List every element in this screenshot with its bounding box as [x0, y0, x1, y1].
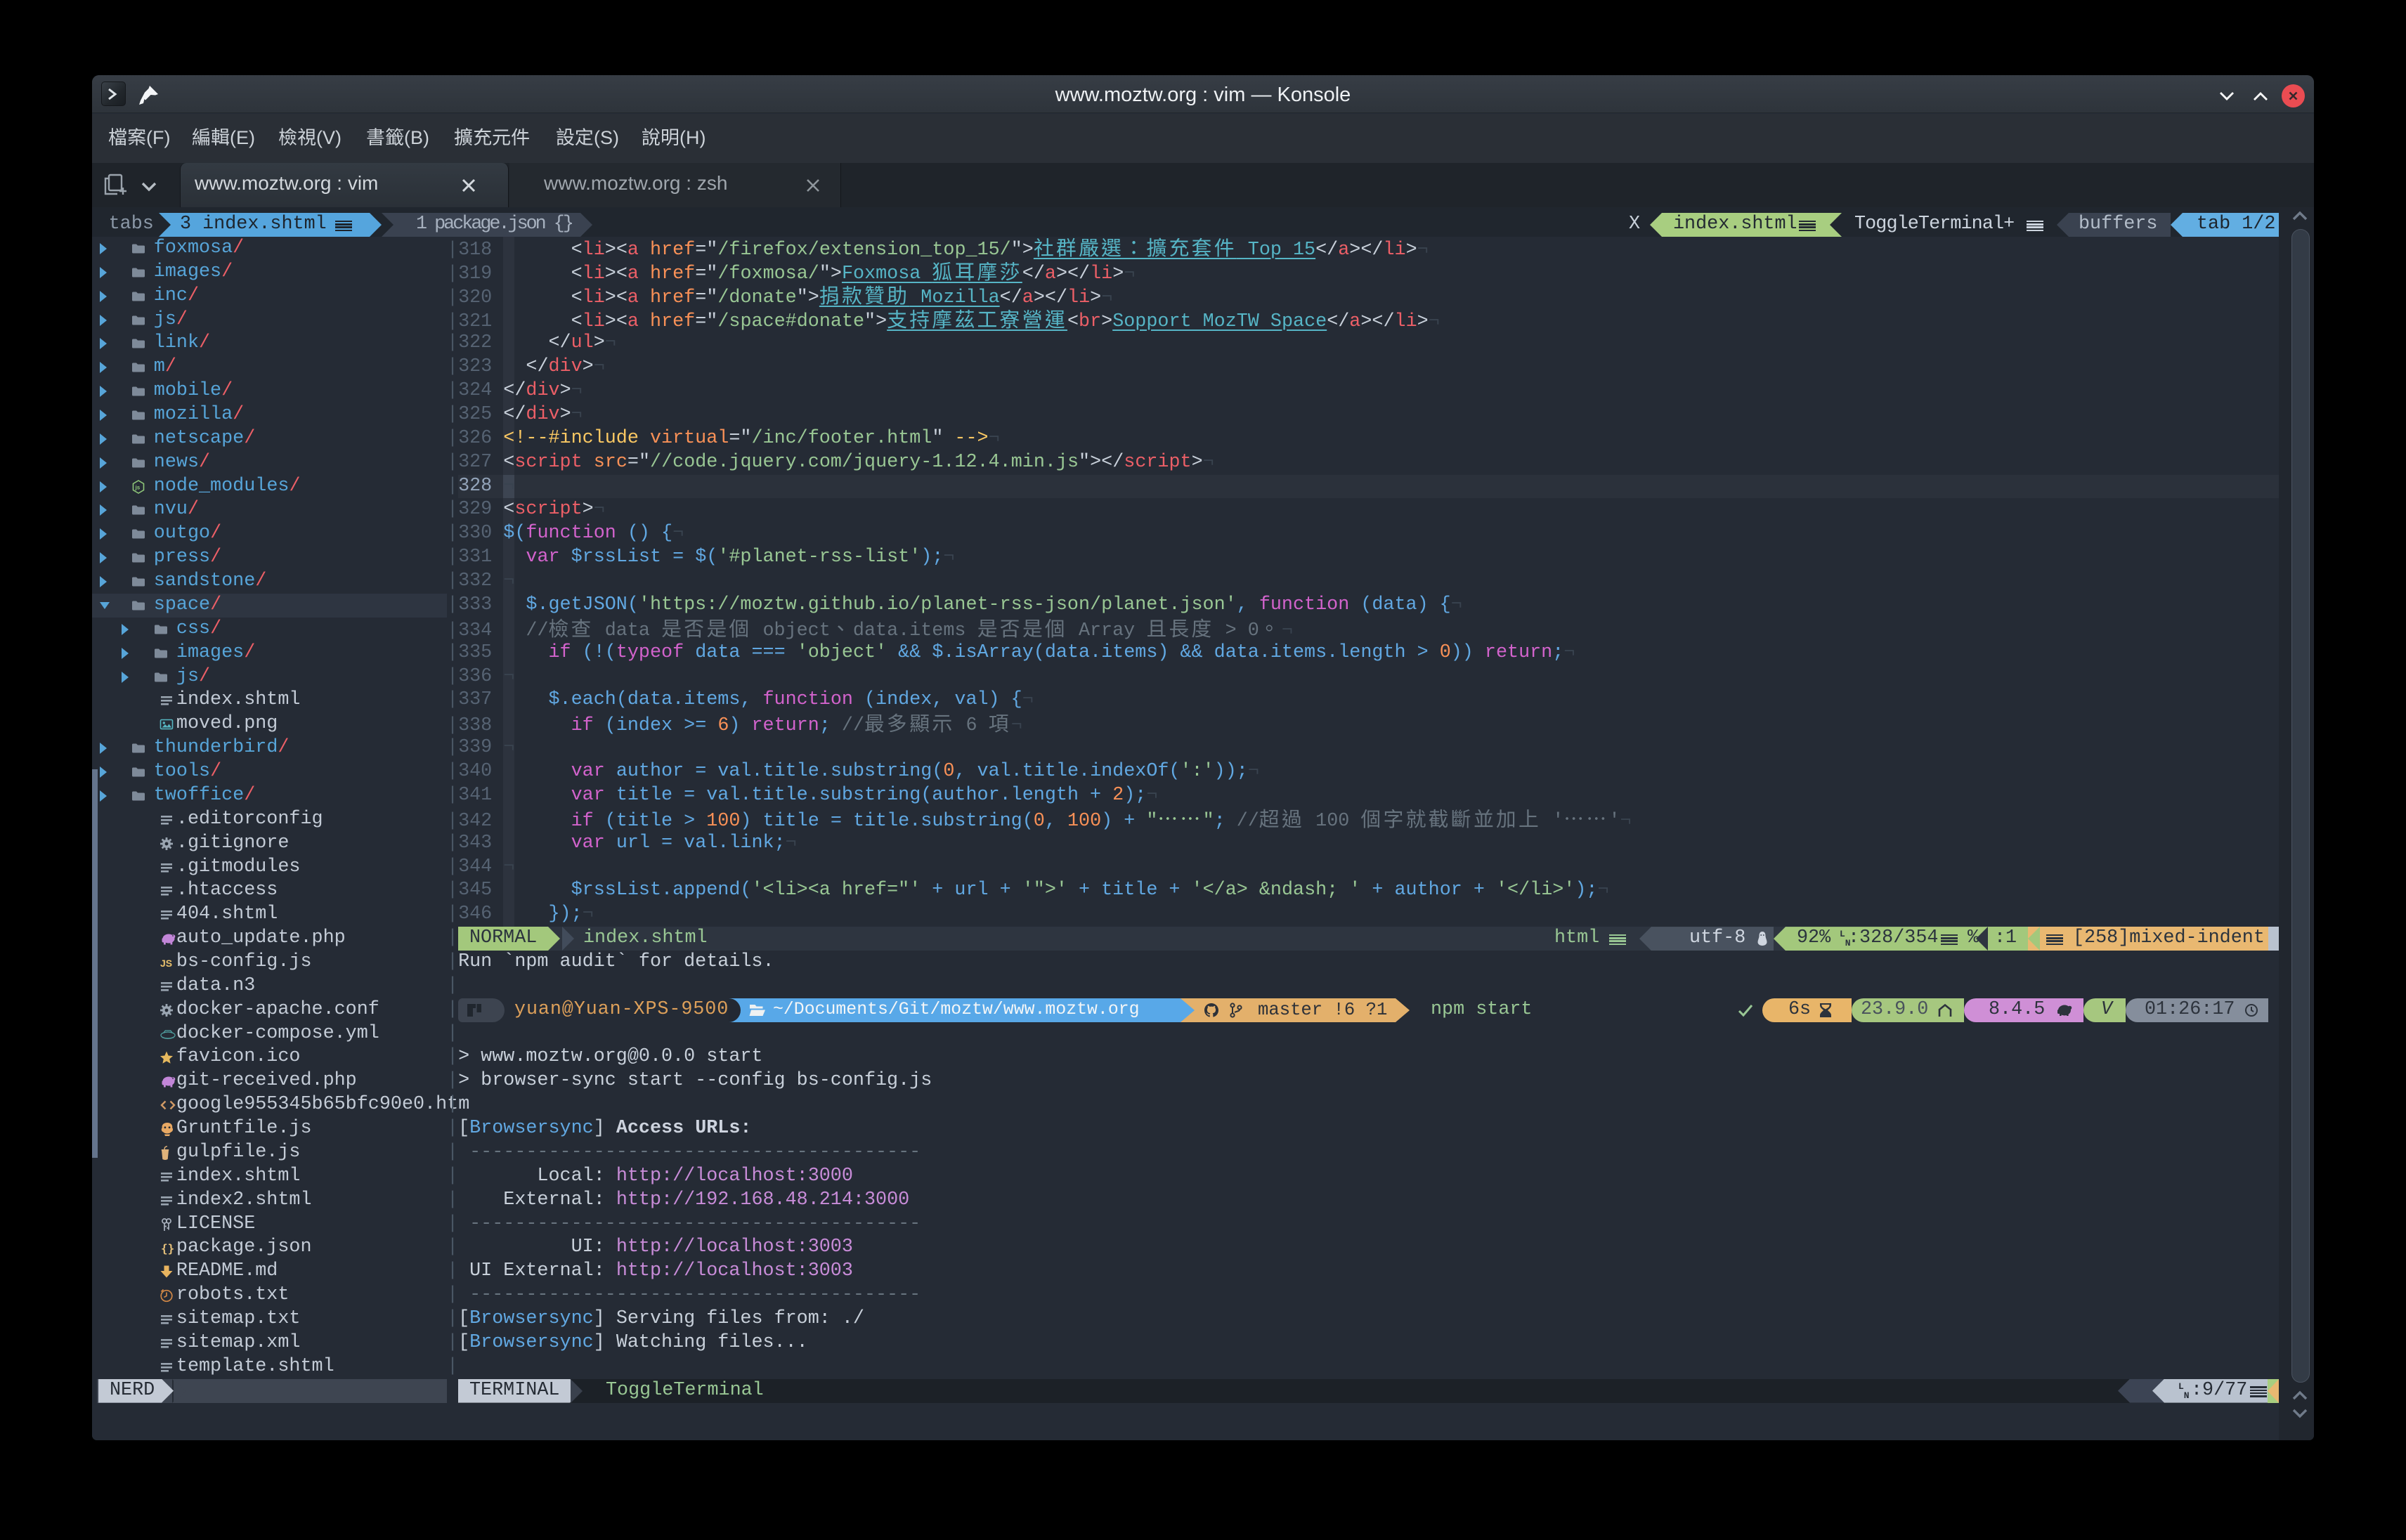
svg-text:JS: JS: [160, 958, 172, 969]
svg-text:js: js: [135, 484, 141, 490]
svg-text:{}: {}: [161, 1242, 174, 1255]
